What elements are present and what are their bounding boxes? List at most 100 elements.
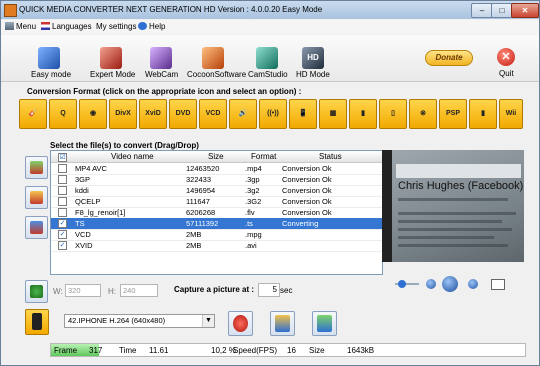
cell-format: .flv xyxy=(245,208,255,217)
remove-button[interactable] xyxy=(25,186,48,209)
row-checkbox[interactable]: ✓ xyxy=(58,230,67,239)
height-input[interactable]: 240 xyxy=(120,284,158,297)
row-checkbox[interactable] xyxy=(58,197,67,206)
menu-icon xyxy=(5,22,14,30)
format-button-xbox[interactable]: ⊗ xyxy=(409,99,437,129)
row-checkbox[interactable] xyxy=(58,164,67,173)
format-button-mobile[interactable]: 📱 xyxy=(289,99,317,129)
menu-help[interactable]: Help xyxy=(138,22,165,31)
resize-button[interactable] xyxy=(25,280,48,303)
format-button-vcd[interactable]: VCD xyxy=(199,99,227,129)
row-checkbox[interactable] xyxy=(58,175,67,184)
col-size[interactable]: Size xyxy=(208,152,224,161)
col-status[interactable]: Status xyxy=(319,152,342,161)
convert-all-button[interactable] xyxy=(312,311,337,336)
format-button-ipod[interactable]: ▮ xyxy=(349,99,377,129)
playback-controls xyxy=(385,275,525,293)
format-button-quicktime[interactable]: Q xyxy=(49,99,77,129)
format-button-player[interactable]: ▯ xyxy=(379,99,407,129)
hd-mode-button[interactable]: HD HD Mode xyxy=(296,47,330,79)
menu-my-settings[interactable]: My settings xyxy=(96,22,136,31)
webcam-button[interactable]: WebCam xyxy=(145,47,178,79)
row-checkbox[interactable]: ✓ xyxy=(58,241,67,250)
row-checkbox[interactable] xyxy=(58,186,67,195)
close-button[interactable]: ✕ xyxy=(511,3,539,18)
play-icon[interactable] xyxy=(442,276,458,292)
cell-status: Conversion Ok xyxy=(282,186,332,195)
cell-format: .3G2 xyxy=(245,197,262,206)
tools-icon xyxy=(100,47,122,69)
title-bar: QUICK MEDIA CONVERTER NEXT GENERATION HD… xyxy=(1,1,539,19)
convert-icon xyxy=(275,315,290,332)
format-button-wmv[interactable]: ◉ xyxy=(79,99,107,129)
move-up-icon xyxy=(30,161,43,174)
capture-unit: sec xyxy=(280,286,293,295)
format-button-wii[interactable]: Wii xyxy=(499,99,523,129)
width-input[interactable]: 320 xyxy=(65,284,101,297)
stop-icon[interactable] xyxy=(468,279,478,289)
capture-seconds-input[interactable]: 5 xyxy=(258,283,280,297)
move-up-button[interactable] xyxy=(25,156,48,179)
preview-text-line xyxy=(398,244,508,247)
easy-mode-label: Easy mode xyxy=(31,70,72,79)
cell-status: Conversion Ok xyxy=(282,164,332,173)
format-button-xvid[interactable]: XviD xyxy=(139,99,167,129)
cell-video-name: TS xyxy=(75,219,85,228)
format-button-psp[interactable]: PSP xyxy=(439,99,467,129)
quit-icon[interactable]: ✕ xyxy=(497,48,515,66)
convert-button[interactable] xyxy=(270,311,295,336)
format-button-audio[interactable]: 🎸 xyxy=(19,99,47,129)
format-button-sound[interactable]: 🔊 xyxy=(229,99,257,129)
camstudio-button[interactable]: CamStudio xyxy=(248,47,288,79)
minimize-button[interactable]: – xyxy=(471,3,493,18)
expert-mode-button[interactable]: Expert Mode xyxy=(90,47,135,79)
fullscreen-icon[interactable] xyxy=(491,279,505,290)
volume-slider[interactable] xyxy=(398,280,406,288)
easy-mode-icon xyxy=(38,47,60,69)
cell-format: .ts xyxy=(245,219,253,228)
status-bar: Frame 317 Time 11.61 10,2 % Speed(FPS) 1… xyxy=(50,343,526,357)
app-icon xyxy=(4,4,17,17)
frame-value: 317 xyxy=(89,346,103,355)
donate-button[interactable]: Donate xyxy=(425,50,473,66)
webcam-label: WebCam xyxy=(145,70,179,79)
maximize-button[interactable]: □ xyxy=(491,3,513,18)
format-button-dvd[interactable]: DVD xyxy=(169,99,197,129)
speed-label: Speed(FPS) xyxy=(233,346,278,355)
cocoonsoftware-button[interactable]: CocoonSoftware xyxy=(187,47,246,79)
table-row[interactable]: ✓ XVID 2MB .avi xyxy=(51,240,382,252)
menu-menu[interactable]: Menu xyxy=(5,22,36,31)
format-button-stream[interactable]: ((•)) xyxy=(259,99,287,129)
select-all-checkbox[interactable]: ☑ xyxy=(58,152,67,162)
cell-size: 6206268 xyxy=(186,208,216,217)
help-icon xyxy=(138,22,147,30)
row-checkbox[interactable]: ✓ xyxy=(58,219,67,228)
format-button-divx[interactable]: DivX xyxy=(109,99,137,129)
cocoonsoftware-label: CocoonSoftware xyxy=(187,70,247,79)
row-checkbox[interactable] xyxy=(58,208,67,217)
preview-text-line xyxy=(398,212,516,215)
move-down-button[interactable] xyxy=(25,216,48,239)
format-button-smartphone[interactable]: ▦ xyxy=(319,99,347,129)
device-button[interactable] xyxy=(25,309,49,335)
file-table: ☑ Video name Size Format Status MP4 AVC 1… xyxy=(50,150,383,275)
format-button-phone[interactable]: ▮ xyxy=(469,99,497,129)
cell-size: 1496954 xyxy=(186,186,216,195)
stop-conversion-icon xyxy=(233,315,248,332)
menu-languages[interactable]: Languages xyxy=(41,22,92,31)
frame-label: Frame xyxy=(54,346,78,355)
col-video-name[interactable]: Video name xyxy=(111,152,154,161)
easy-mode-button[interactable]: Easy mode xyxy=(31,47,71,79)
preview-text-line xyxy=(398,236,494,239)
hd-icon: HD xyxy=(302,47,324,69)
cell-video-name: 3GP xyxy=(75,175,91,184)
profile-select[interactable]: 42.IPHONE H.264 (640x480) ▼ xyxy=(64,314,215,328)
preview-text-line xyxy=(398,220,502,223)
quit-label[interactable]: Quit xyxy=(499,69,514,78)
chevron-down-icon[interactable]: ▼ xyxy=(202,315,214,327)
cell-video-name: QCELP xyxy=(75,197,101,206)
convert-all-icon xyxy=(317,315,332,332)
pause-icon[interactable] xyxy=(426,279,436,289)
stop-conversion-button[interactable] xyxy=(228,311,253,336)
col-format[interactable]: Format xyxy=(251,152,276,161)
